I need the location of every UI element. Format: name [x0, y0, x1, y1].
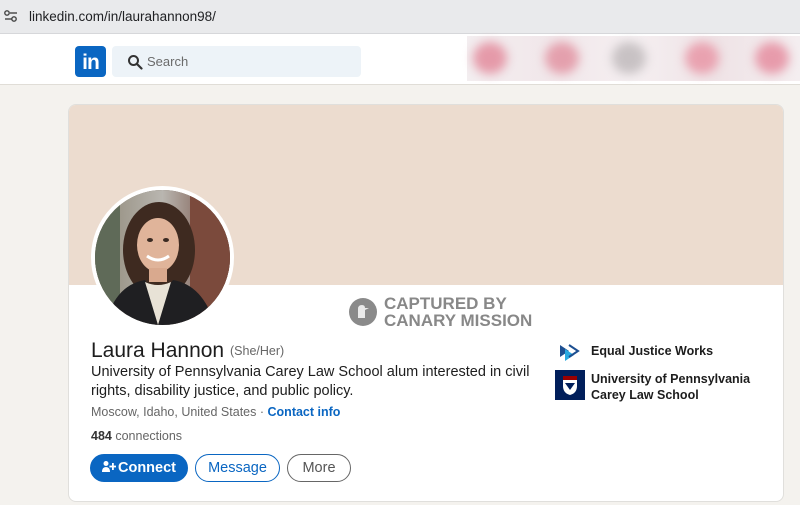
site-settings-icon[interactable]: [2, 7, 20, 25]
connect-button[interactable]: Connect: [90, 454, 188, 482]
profile-photo-image: [95, 190, 230, 325]
blurred-nav-icons: [467, 36, 800, 81]
linkedin-logo[interactable]: in: [75, 46, 106, 77]
more-button[interactable]: More: [287, 454, 351, 482]
add-person-icon: [102, 461, 116, 473]
search-icon: [128, 55, 143, 70]
connections-count: 484: [91, 429, 112, 443]
profile-photo[interactable]: [91, 186, 234, 329]
profile-pronouns: (She/Her): [230, 344, 285, 358]
profile-headline: University of Pennsylvania Carey Law Sch…: [91, 364, 530, 399]
search-box[interactable]: [112, 46, 361, 77]
org-name: Equal Justice Works: [591, 344, 714, 358]
profile-card: CAPTURED BY CANARY MISSION Laura Hannon …: [68, 104, 784, 502]
penn-shield-logo-icon: [555, 370, 585, 400]
url-text[interactable]: linkedin.com/in/laurahannon98/: [29, 9, 216, 24]
equal-justice-works-logo-icon: [560, 344, 580, 361]
connections-count-line[interactable]: 484 connections: [91, 429, 182, 443]
connect-button-label: Connect: [118, 460, 176, 476]
profile-location: Moscow, Idaho, United States: [91, 405, 257, 419]
connections-label: connections: [115, 429, 183, 443]
contact-info-link[interactable]: Contact info: [268, 405, 341, 419]
watermark-line-1: CAPTURED BY: [384, 294, 507, 313]
watermark-line-2: CANARY MISSION: [384, 311, 533, 330]
profile-location-line: Moscow, Idaho, United States · Contact i…: [91, 405, 340, 419]
browser-address-bar[interactable]: linkedin.com/in/laurahannon98/: [0, 0, 800, 34]
org-name: University of Pennsylvania Carey Law Sch…: [591, 372, 751, 402]
location-separator: ·: [259, 405, 265, 419]
profile-name: Laura Hannon: [91, 339, 225, 362]
linkedin-top-nav: in: [0, 34, 800, 85]
search-input[interactable]: [147, 46, 347, 77]
canary-mission-icon: [349, 298, 377, 326]
message-button[interactable]: Message: [195, 454, 280, 482]
